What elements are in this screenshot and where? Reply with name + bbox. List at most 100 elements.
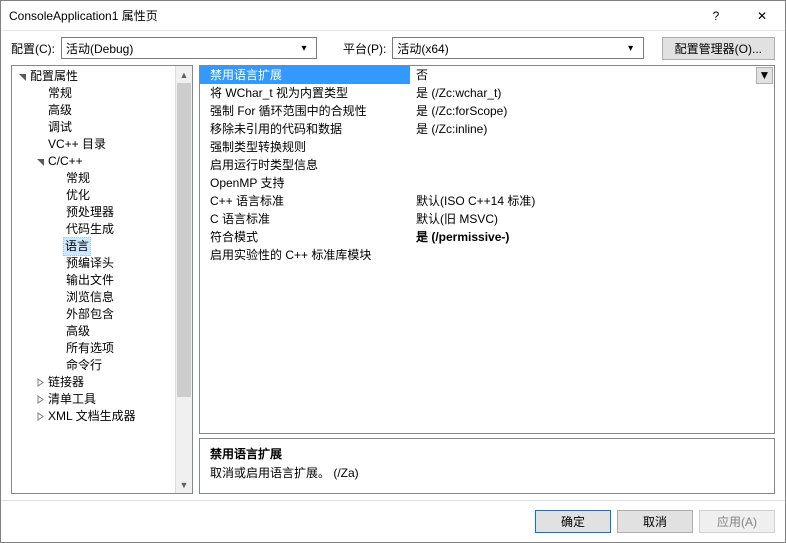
tree-item-label: 常规: [64, 170, 92, 187]
property-name: C 语言标准: [200, 210, 410, 228]
apply-button[interactable]: 应用(A): [699, 510, 775, 533]
tree-item-label: 高级: [46, 102, 74, 119]
tree-item[interactable]: 浏览信息: [12, 289, 175, 306]
expander-closed-icon[interactable]: [34, 412, 46, 421]
ok-button[interactable]: 确定: [535, 510, 611, 533]
property-name: 移除未引用的代码和数据: [200, 120, 410, 138]
dropdown-button[interactable]: ▼: [756, 67, 773, 84]
tree-item[interactable]: 高级: [12, 323, 175, 340]
expander-closed-icon[interactable]: [34, 395, 46, 404]
property-row[interactable]: C 语言标准默认(旧 MSVC): [200, 210, 774, 228]
property-name: 启用运行时类型信息: [200, 156, 410, 174]
cancel-button[interactable]: 取消: [617, 510, 693, 533]
tree-item-label: 代码生成: [64, 221, 116, 238]
property-row[interactable]: 强制类型转换规则: [200, 138, 774, 156]
tree-item[interactable]: 清单工具: [12, 391, 175, 408]
property-value[interactable]: 是 (/Zc:wchar_t): [410, 84, 774, 102]
tree-item-label: 常规: [46, 85, 74, 102]
tree-item[interactable]: C/C++: [12, 153, 175, 170]
tree-item-label: 语言: [63, 237, 91, 256]
property-pages-dialog: ConsoleApplication1 属性页 ? ✕ 配置(C): 活动(De…: [0, 0, 786, 543]
tree-item[interactable]: 常规: [12, 170, 175, 187]
tree-item[interactable]: 命令行: [12, 357, 175, 374]
tree-item[interactable]: 预编译头: [12, 255, 175, 272]
config-select-value: 活动(Debug): [66, 40, 296, 57]
property-row[interactable]: 启用运行时类型信息: [200, 156, 774, 174]
tree-item[interactable]: 常规: [12, 85, 175, 102]
property-row[interactable]: 移除未引用的代码和数据是 (/Zc:inline): [200, 120, 774, 138]
property-row[interactable]: C++ 语言标准默认(ISO C++14 标准): [200, 192, 774, 210]
property-value[interactable]: [410, 246, 774, 264]
chevron-down-icon: ▾: [296, 43, 312, 54]
scroll-up-icon[interactable]: ▲: [176, 66, 192, 83]
property-name: 强制类型转换规则: [200, 138, 410, 156]
property-value[interactable]: 默认(旧 MSVC): [410, 210, 774, 228]
tree-item[interactable]: 语言: [12, 238, 175, 255]
property-name: 将 WChar_t 视为内置类型: [200, 84, 410, 102]
tree-item-label: 命令行: [64, 357, 104, 374]
tree-item[interactable]: 高级: [12, 102, 175, 119]
tree-item-label: 预处理器: [64, 204, 116, 221]
property-row[interactable]: 禁用语言扩展否▼: [200, 66, 774, 84]
property-value[interactable]: [410, 156, 774, 174]
tree-item[interactable]: 调试: [12, 119, 175, 136]
expander-open-icon[interactable]: [34, 157, 46, 166]
property-name: 启用实验性的 C++ 标准库模块: [200, 246, 410, 264]
property-value[interactable]: [410, 138, 774, 156]
expander-closed-icon[interactable]: [34, 378, 46, 387]
tree-item-label: 外部包含: [64, 306, 116, 323]
help-button[interactable]: ?: [693, 1, 739, 31]
property-name: OpenMP 支持: [200, 174, 410, 192]
expander-open-icon[interactable]: [16, 72, 28, 81]
tree-item-label: 预编译头: [64, 255, 116, 272]
description-body: 取消或启用语言扩展。 (/Za): [210, 464, 764, 481]
tree-item-label: 浏览信息: [64, 289, 116, 306]
property-name: 强制 For 循环范围中的合规性: [200, 102, 410, 120]
property-row[interactable]: 启用实验性的 C++ 标准库模块: [200, 246, 774, 264]
scroll-down-icon[interactable]: ▼: [176, 476, 192, 493]
property-name: C++ 语言标准: [200, 192, 410, 210]
scroll-track[interactable]: [176, 83, 192, 476]
config-select[interactable]: 活动(Debug) ▾: [61, 37, 317, 59]
property-row[interactable]: 强制 For 循环范围中的合规性是 (/Zc:forScope): [200, 102, 774, 120]
tree-item-label: C/C++: [46, 153, 85, 170]
property-row[interactable]: 将 WChar_t 视为内置类型是 (/Zc:wchar_t): [200, 84, 774, 102]
property-tree[interactable]: 配置属性常规高级调试VC++ 目录C/C++常规优化预处理器代码生成语言预编译头…: [12, 66, 175, 493]
tree-item[interactable]: 所有选项: [12, 340, 175, 357]
close-button[interactable]: ✕: [739, 1, 785, 31]
config-manager-button[interactable]: 配置管理器(O)...: [662, 37, 775, 60]
description-pane: 禁用语言扩展 取消或启用语言扩展。 (/Za): [199, 438, 775, 494]
property-row[interactable]: OpenMP 支持: [200, 174, 774, 192]
help-icon: ?: [713, 9, 720, 23]
description-title: 禁用语言扩展: [210, 445, 764, 462]
config-row: 配置(C): 活动(Debug) ▾ 平台(P): 活动(x64) ▾ 配置管理…: [1, 31, 785, 65]
tree-item[interactable]: 优化: [12, 187, 175, 204]
scroll-thumb[interactable]: [177, 83, 191, 397]
property-grid[interactable]: 禁用语言扩展否▼将 WChar_t 视为内置类型是 (/Zc:wchar_t)强…: [199, 65, 775, 434]
tree-item[interactable]: 配置属性: [12, 68, 175, 85]
tree-item[interactable]: VC++ 目录: [12, 136, 175, 153]
property-value[interactable]: [410, 174, 774, 192]
tree-scrollbar[interactable]: ▲ ▼: [175, 66, 192, 493]
right-pane: 禁用语言扩展否▼将 WChar_t 视为内置类型是 (/Zc:wchar_t)强…: [199, 65, 775, 494]
tree-item[interactable]: 输出文件: [12, 272, 175, 289]
tree-item[interactable]: XML 文档生成器: [12, 408, 175, 425]
tree-item[interactable]: 预处理器: [12, 204, 175, 221]
tree-item[interactable]: 外部包含: [12, 306, 175, 323]
tree-item-label: 链接器: [46, 374, 86, 391]
tree-item-label: 高级: [64, 323, 92, 340]
property-value[interactable]: 默认(ISO C++14 标准): [410, 192, 774, 210]
property-row[interactable]: 符合模式是 (/permissive-): [200, 228, 774, 246]
content-area: 配置属性常规高级调试VC++ 目录C/C++常规优化预处理器代码生成语言预编译头…: [1, 65, 785, 500]
property-value[interactable]: 是 (/permissive-): [410, 228, 774, 246]
platform-select[interactable]: 活动(x64) ▾: [392, 37, 643, 59]
property-value[interactable]: 否▼: [410, 66, 774, 84]
tree-item[interactable]: 链接器: [12, 374, 175, 391]
property-value[interactable]: 是 (/Zc:inline): [410, 120, 774, 138]
tree-item[interactable]: 代码生成: [12, 221, 175, 238]
config-label: 配置(C):: [11, 40, 55, 57]
tree-item-label: 所有选项: [64, 340, 116, 357]
chevron-down-icon: ▾: [623, 43, 639, 54]
tree-item-label: 清单工具: [46, 391, 98, 408]
property-value[interactable]: 是 (/Zc:forScope): [410, 102, 774, 120]
